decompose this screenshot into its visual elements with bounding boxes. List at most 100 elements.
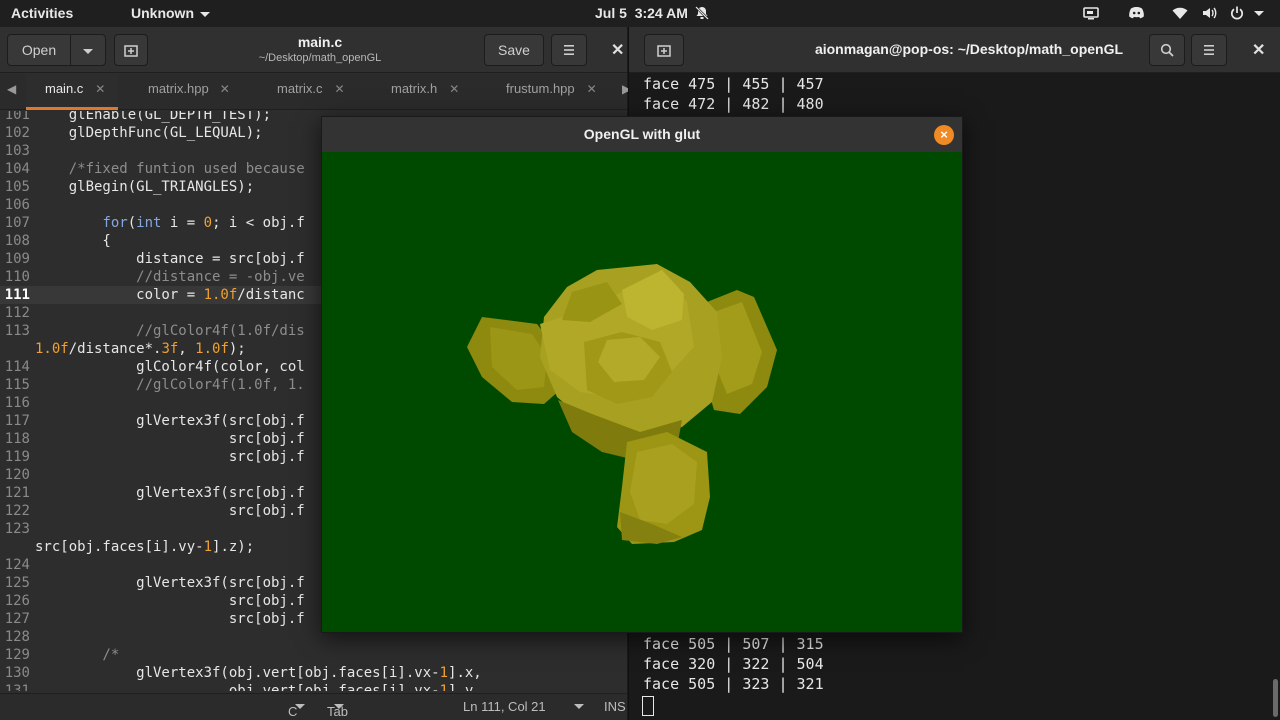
tab-scroll-left-icon[interactable]: ◀ — [7, 82, 16, 96]
line-number: 114 — [4, 359, 30, 375]
menu-button[interactable] — [551, 34, 587, 66]
editor-tab-bar: ◀ main.c ✕ matrix.hpp ✕ matrix.c ✕ matrix.h… — [0, 74, 631, 110]
close-icon[interactable]: × — [934, 125, 954, 145]
line-number: 106 — [4, 197, 30, 213]
open-dropdown-button[interactable] — [70, 34, 106, 66]
terminal-title: aionmagan@pop-os: ~/Desktop/math_openGL — [814, 41, 1124, 57]
code-text: glVertex3f(src[obj.f — [35, 575, 305, 591]
terminal-scrollbar[interactable] — [1273, 679, 1278, 717]
code-text: src[obj.f — [35, 431, 305, 447]
terminal-output-line: face 472 | 482 | 480 — [643, 95, 824, 113]
monkey-model — [467, 264, 777, 544]
opengl-canvas[interactable] — [322, 152, 962, 632]
new-tab-icon — [124, 44, 138, 60]
bell-muted-icon — [694, 5, 710, 24]
line-number: 121 — [4, 485, 30, 501]
code-text: for(int i = 0; i < obj.f — [102, 215, 305, 231]
chevron-down-icon — [200, 11, 210, 17]
line-number: 110 — [4, 269, 30, 285]
code-line[interactable]: 129 /* — [0, 646, 627, 664]
cursor-position: Ln 111, Col 21 — [463, 699, 546, 714]
wifi-icon[interactable] — [1172, 5, 1188, 24]
line-number: 115 — [4, 377, 30, 393]
chevron-down-icon — [295, 704, 305, 709]
app-menu[interactable]: Unknown — [131, 5, 210, 21]
tab-matrix-hpp[interactable]: matrix.hpp ✕ — [148, 74, 270, 110]
tab-label: matrix.h — [391, 81, 438, 96]
tab-matrix-h[interactable]: matrix.h ✕ — [391, 74, 483, 110]
activities-button[interactable]: Activities — [11, 5, 73, 21]
terminal-output-line: face 475 | 455 | 457 — [643, 75, 824, 93]
line-number: 109 — [4, 251, 30, 267]
menu-button[interactable] — [1191, 34, 1227, 66]
code-text: { — [35, 233, 111, 249]
line-number: 105 — [4, 179, 30, 195]
search-button[interactable] — [1149, 34, 1185, 66]
chevron-down-icon — [83, 48, 93, 54]
code-text: //glColor4f(1.0f, 1. — [35, 377, 305, 393]
line-number: 130 — [4, 665, 30, 681]
code-text: glVertex3f(src[obj.f — [35, 413, 305, 429]
code-text: 1.0f/distance*.3f, 1.0f); — [35, 341, 246, 357]
terminal-cursor — [642, 696, 654, 716]
screen-icon[interactable] — [1083, 5, 1099, 24]
line-number: 120 — [4, 467, 30, 483]
volume-icon[interactable] — [1201, 5, 1217, 24]
insert-mode: INS — [604, 699, 626, 714]
terminal-output-line: face 505 | 507 | 315 — [643, 635, 824, 653]
tab-main-c[interactable]: main.c ✕ — [26, 74, 118, 110]
line-number: 126 — [4, 593, 30, 609]
system-menu-arrow[interactable] — [1254, 11, 1264, 16]
tab-label: frustum.hpp — [506, 81, 575, 96]
document-path: ~/Desktop/math_openGL — [258, 52, 382, 64]
code-text: /*fixed funtion used because — [35, 161, 305, 177]
tab-width-label: Tab Width: 4 — [327, 704, 364, 720]
code-line[interactable]: 130 glVertex3f(obj.vert[obj.faces[i].vx-… — [0, 664, 627, 682]
tab-frustum-hpp[interactable]: frustum.hpp ✕ — [506, 74, 614, 110]
new-tab-button[interactable] — [114, 34, 148, 66]
code-text: glEnable(GL_DEPTH_TEST); — [35, 111, 272, 123]
close-icon[interactable]: ✕ — [449, 82, 459, 96]
code-text: obj.vert[obj.faces[i].vx-1].y, — [35, 683, 482, 691]
editor-headerbar: Open main.c ~/Desktop/math_openGL Save ✕ — [0, 27, 627, 73]
hamburger-menu-icon — [1202, 43, 1216, 59]
code-line[interactable]: 131 obj.vert[obj.faces[i].vx-1].y, — [0, 682, 627, 691]
new-tab-icon — [657, 44, 671, 60]
line-number: 128 — [4, 629, 30, 645]
time-text: 3:24 AM — [634, 5, 688, 21]
terminal-headerbar: aionmagan@pop-os: ~/Desktop/math_openGL … — [629, 27, 1280, 73]
tab-label: matrix.hpp — [148, 81, 209, 96]
power-icon[interactable] — [1229, 5, 1245, 24]
line-number: 112 — [4, 305, 30, 321]
close-icon[interactable]: ✕ — [611, 40, 624, 60]
save-button[interactable]: Save — [484, 34, 544, 66]
line-number: 122 — [4, 503, 30, 519]
open-button[interactable]: Open — [7, 34, 71, 66]
new-tab-button[interactable] — [644, 34, 684, 66]
chevron-down-icon — [574, 704, 584, 709]
line-number: 113 — [4, 323, 30, 339]
close-icon[interactable]: ✕ — [335, 82, 345, 96]
code-text: color = 1.0f/distanc — [35, 287, 305, 303]
tab-matrix-c[interactable]: matrix.c ✕ — [277, 74, 369, 110]
line-number: 111 — [4, 287, 30, 303]
line-number: 127 — [4, 611, 30, 627]
close-icon[interactable]: ✕ — [1252, 40, 1265, 60]
clock[interactable]: Jul 5 3:24 AM — [595, 5, 688, 21]
chevron-down-icon — [334, 704, 344, 709]
editor-statusbar: C Tab Width: 4 Ln 111, Col 21 INS — [0, 693, 627, 720]
code-text: //distance = -obj.ve — [35, 269, 305, 285]
code-text: src[obj.faces[i].vy-1].z); — [35, 539, 255, 555]
line-number: 125 — [4, 575, 30, 591]
code-text: glVertex3f(obj.vert[obj.faces[i].vx-1].x… — [35, 665, 482, 681]
line-number: 104 — [4, 161, 30, 177]
opengl-window-title: OpenGL with glut — [322, 117, 962, 152]
close-icon[interactable]: ✕ — [220, 82, 230, 96]
close-icon[interactable]: ✕ — [95, 82, 105, 96]
discord-icon[interactable] — [1128, 5, 1145, 24]
line-number: 117 — [4, 413, 30, 429]
code-text: glDepthFunc(GL_LEQUAL); — [35, 125, 263, 141]
line-number: 103 — [4, 143, 30, 159]
close-icon[interactable]: ✕ — [587, 82, 597, 96]
code-text: src[obj.f — [35, 593, 305, 609]
